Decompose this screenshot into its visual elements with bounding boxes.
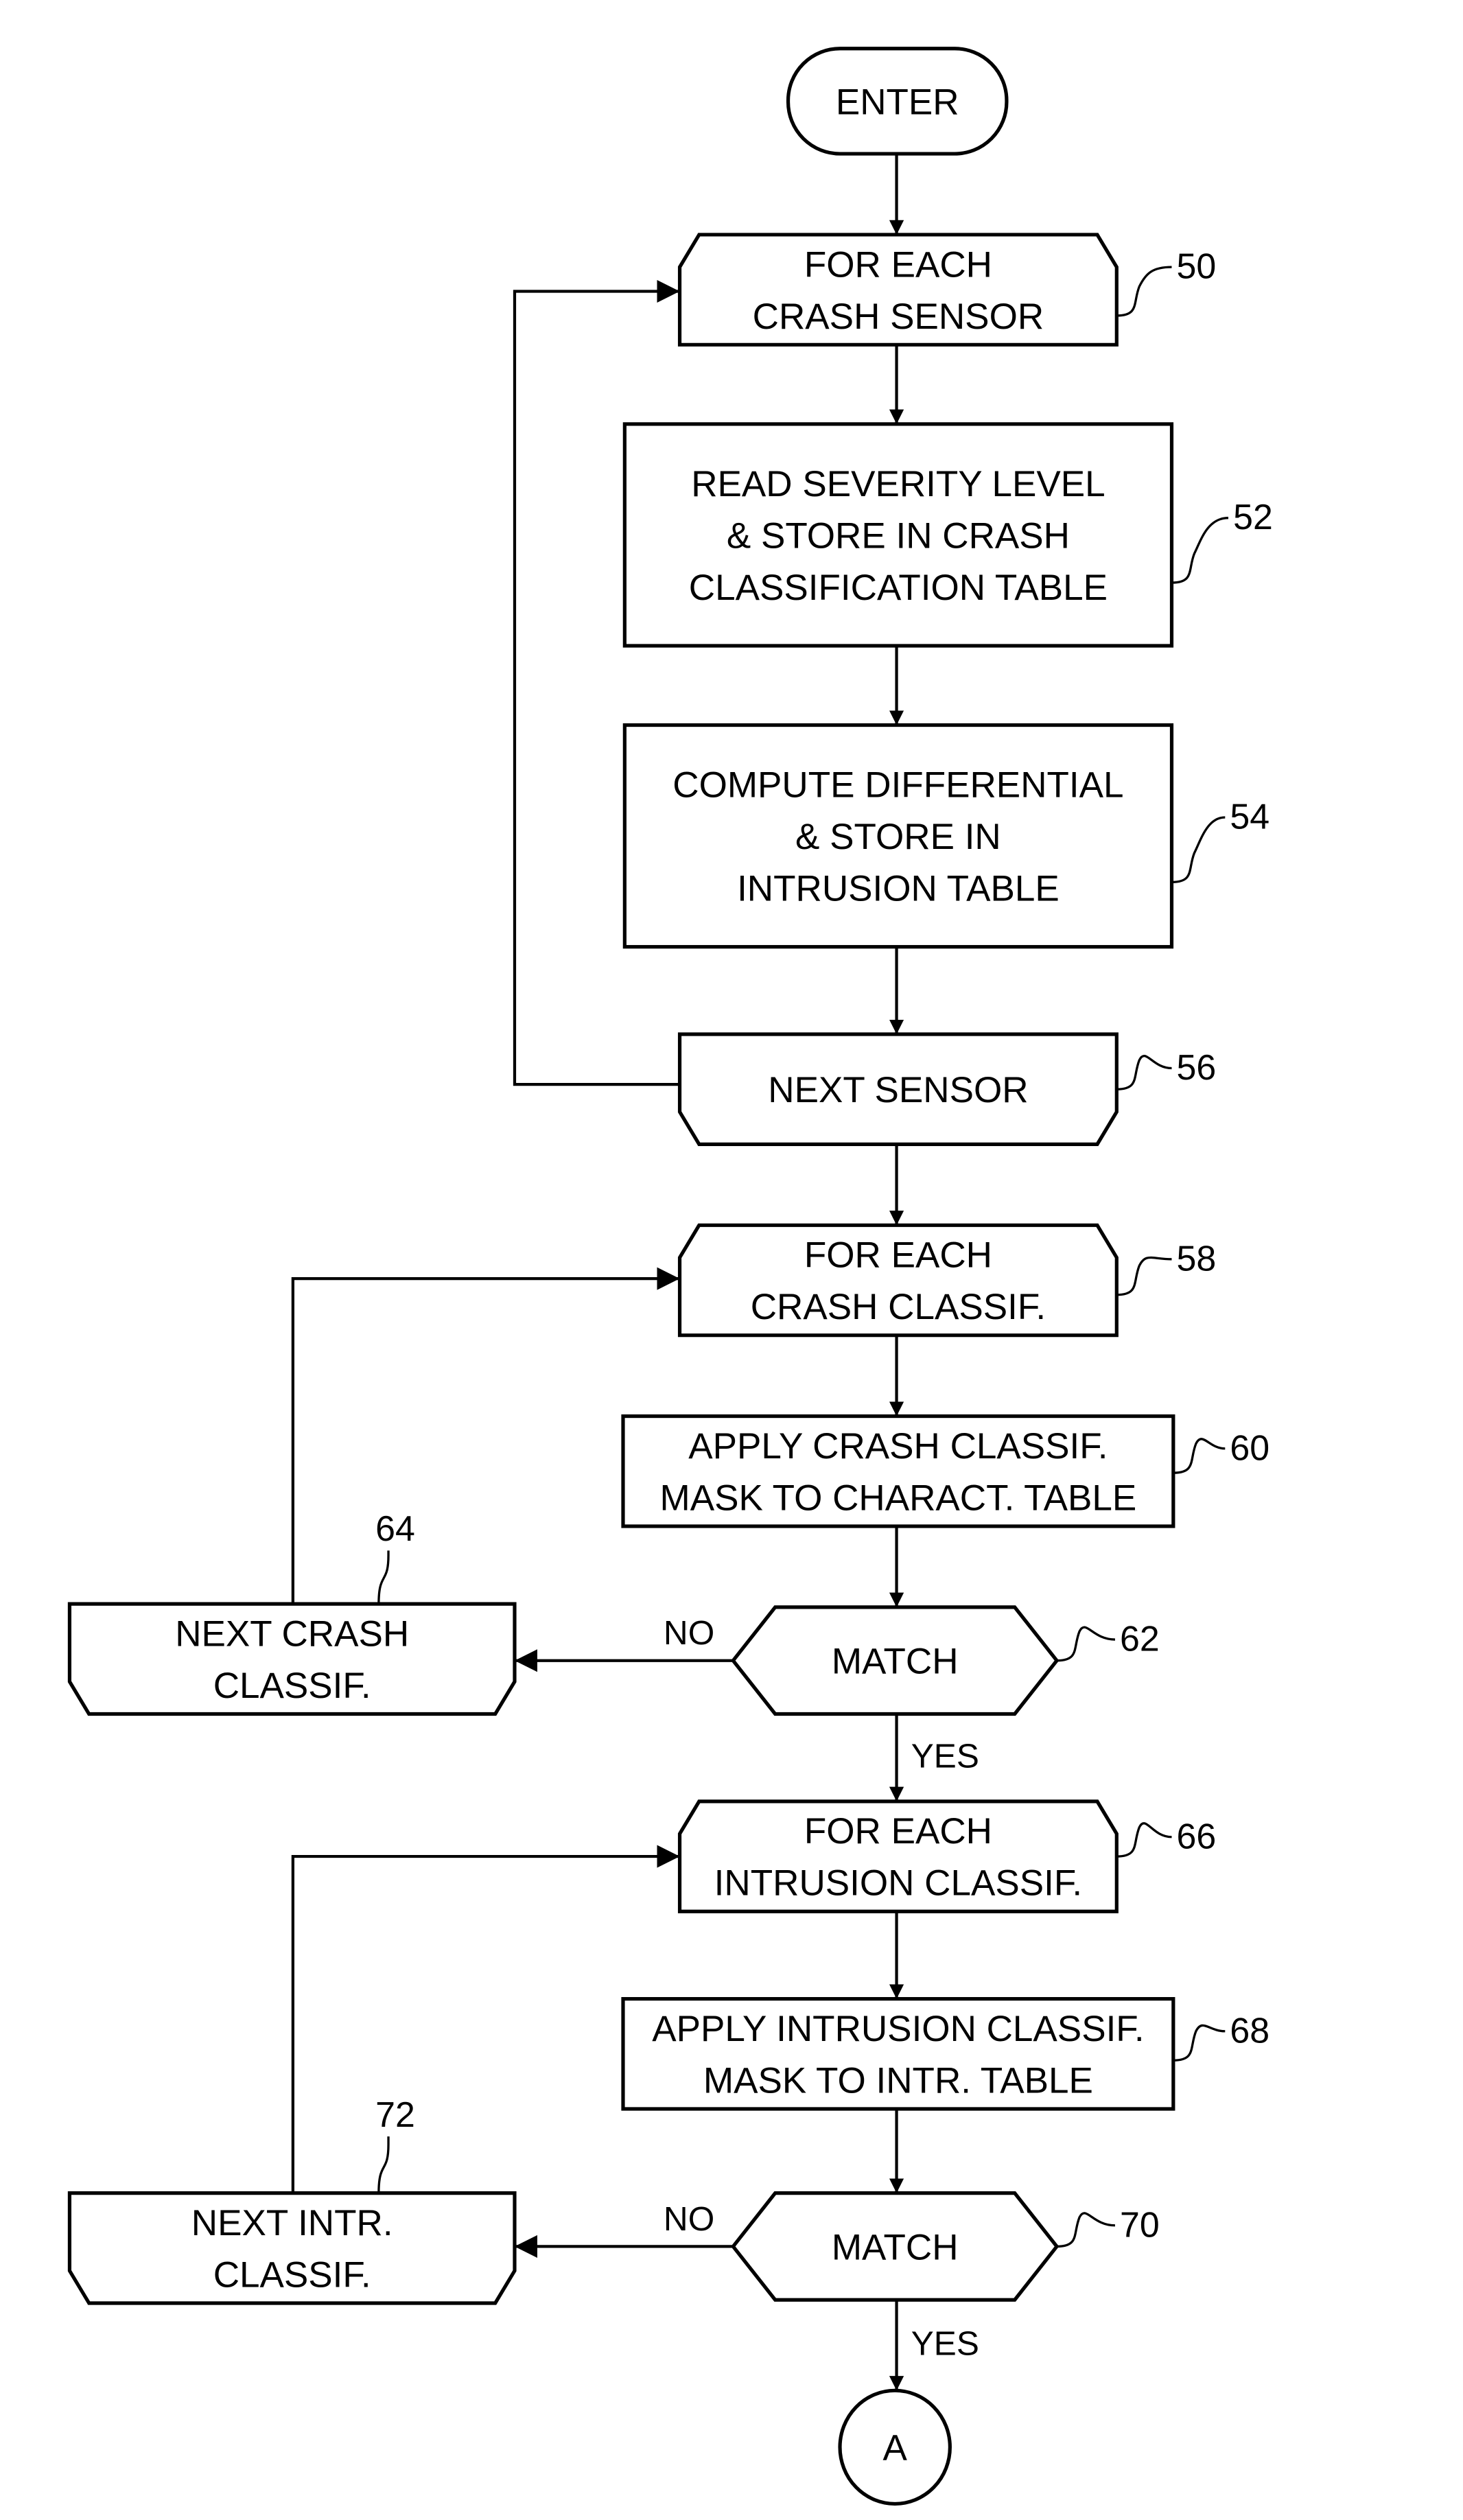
reference-numeral: 52	[1233, 497, 1273, 537]
node-text-line: CLASSIF.	[213, 1666, 371, 1706]
node-text-line: CRASH SENSOR	[753, 296, 1044, 337]
node-n56: NEXT SENSOR 56	[677, 1032, 1217, 1146]
reference-numeral: 54	[1230, 796, 1269, 836]
node-n52: READ SEVERITY LEVEL & STORE IN CRASH CLASS…	[622, 422, 1273, 648]
reference-leader	[377, 1550, 390, 1605]
node-n62: MATCH 62	[731, 1605, 1160, 1716]
node-n54: COMPUTE DIFFERENTIAL & STORE IN INTRUSION …	[622, 723, 1269, 949]
node-text-line: NEXT CRASH	[175, 1613, 409, 1654]
edge-label-no: NO	[664, 1614, 714, 1652]
reference-leader	[1116, 1822, 1172, 1858]
node-text-line: NEXT INTR.	[191, 2203, 393, 2243]
node-text-line: FOR EACH	[804, 1811, 992, 1852]
reference-numeral: 50	[1177, 246, 1217, 286]
nodes: ENTER FOR EACH CRASH SENSOR 50 READ SEVERITY…	[67, 47, 1273, 2506]
node-connA: A	[838, 2388, 952, 2506]
node-text-line: READ SEVERITY LEVEL	[691, 464, 1105, 504]
node-text-line: MATCH	[832, 1642, 959, 1682]
node-text-line: CRASH CLASSIF.	[751, 1287, 1046, 1327]
reference-numeral: 62	[1120, 1619, 1160, 1659]
node-text-line: FOR EACH	[804, 244, 992, 285]
reference-leader	[1173, 2024, 1226, 2062]
reference-leader	[1171, 816, 1226, 883]
reference-leader	[1173, 1438, 1226, 1474]
reference-numeral: 68	[1230, 2010, 1269, 2050]
node-n58: FOR EACH CRASH CLASSIF. 58	[677, 1223, 1217, 1338]
reference-numeral: 72	[375, 2095, 415, 2134]
node-text-line: A	[883, 2428, 908, 2469]
edge-label-no: NO	[664, 2200, 714, 2238]
node-text-line: CLASSIF.	[213, 2254, 371, 2295]
node-n68: APPLY INTRUSION CLASSIF. MASK TO INTR. TA…	[621, 1997, 1269, 2111]
reference-leader	[1057, 2212, 1115, 2248]
reference-leader	[1057, 1626, 1115, 1662]
node-text-line: NEXT SENSOR	[768, 1070, 1028, 1110]
edge-56-loop-to-50	[513, 280, 680, 1086]
node-text-line: APPLY CRASH CLASSIF.	[688, 1426, 1108, 1467]
edge-label-yes: YES	[911, 1737, 979, 1775]
node-text-line: MASK TO CHARACT. TABLE	[660, 1478, 1137, 1518]
node-enter: ENTER	[786, 47, 1009, 156]
reference-numeral: 58	[1177, 1238, 1217, 1278]
node-n50: FOR EACH CRASH SENSOR 50	[677, 233, 1217, 347]
node-n66: FOR EACH INTRUSION CLASSIF. 66	[677, 1799, 1217, 1913]
node-text-line: FOR EACH	[804, 1235, 992, 1276]
node-n70: MATCH 70	[731, 2191, 1160, 2302]
node-text-line: & STORE IN CRASH	[727, 515, 1070, 556]
node-text-line: MASK TO INTR. TABLE	[703, 2060, 1093, 2101]
node-text-line: & STORE IN	[795, 817, 1001, 857]
reference-leader	[377, 2136, 390, 2193]
reference-leader	[1171, 517, 1229, 584]
node-text-line: MATCH	[832, 2227, 959, 2267]
node-text-line: CLASSIFICATION TABLE	[689, 568, 1108, 608]
edge-label-yes: YES	[911, 2324, 979, 2362]
node-text-line: INTRUSION CLASSIF.	[714, 1863, 1082, 1904]
node-text-line: COMPUTE DIFFERENTIAL	[672, 765, 1123, 806]
reference-leader	[1116, 266, 1172, 317]
flowchart: ENTER FOR EACH CRASH SENSOR 50 READ SEVERITY…	[67, 47, 1273, 2506]
reference-numeral: 64	[375, 1508, 415, 1548]
reference-numeral: 66	[1177, 1816, 1217, 1856]
reference-leader	[1116, 1055, 1172, 1090]
node-text-line: APPLY INTRUSION CLASSIF.	[652, 2009, 1144, 2049]
node-text-line: ENTER	[836, 82, 959, 122]
node-n60: APPLY CRASH CLASSIF. MASK TO CHARACT. TAB…	[621, 1414, 1269, 1528]
node-text-line: INTRUSION TABLE	[737, 868, 1060, 909]
reference-numeral: 60	[1230, 1427, 1269, 1467]
reference-numeral: 56	[1177, 1047, 1217, 1087]
reference-leader	[1116, 1256, 1172, 1296]
reference-numeral: 70	[1120, 2204, 1160, 2244]
